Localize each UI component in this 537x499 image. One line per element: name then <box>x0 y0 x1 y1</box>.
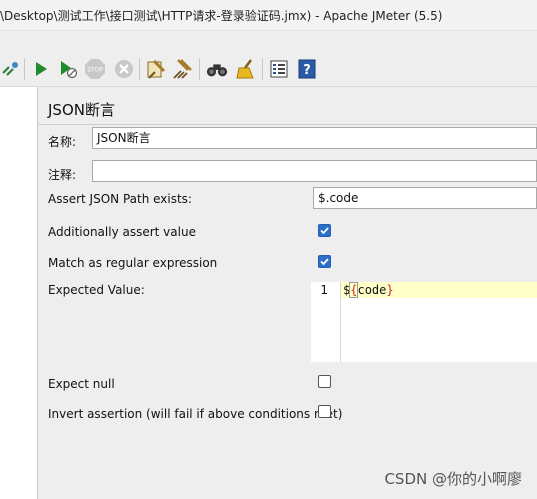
test-plan-tree[interactable] <box>0 87 38 499</box>
title-divider <box>38 124 537 125</box>
toolbar-tool-partial-icon[interactable] <box>0 58 22 80</box>
reset-search-broom-icon[interactable] <box>235 58 257 80</box>
clear-all-icon[interactable] <box>172 58 194 80</box>
json-assertion-panel: JSON断言 名称: JSON断言 注释: Assert JSON Path e… <box>38 87 537 499</box>
help-icon[interactable]: ? <box>296 58 318 80</box>
svg-text:?: ? <box>303 63 311 78</box>
additionally-assert-checkbox[interactable] <box>318 224 331 237</box>
name-label: 名称: <box>48 135 77 149</box>
assert-path-label: Assert JSON Path exists: <box>48 192 192 206</box>
window-titlebar: \Desktop\测试工作\接口测试\HTTP请求-登录验证码.jmx) - A… <box>0 0 537 31</box>
main-toolbar: STOP ? <box>0 52 537 87</box>
function-helper-list-icon[interactable] <box>268 58 290 80</box>
panel-title: JSON断言 <box>48 101 115 119</box>
assert-path-field[interactable]: $.code <box>313 187 537 209</box>
line-number: 1 <box>320 283 328 297</box>
search-binoculars-icon[interactable] <box>206 58 228 80</box>
start-no-pauses-icon[interactable] <box>57 58 79 80</box>
line-gutter: 1 <box>311 282 341 362</box>
svg-text:STOP: STOP <box>87 67 103 74</box>
expect-null-label: Expect null <box>48 377 115 391</box>
additionally-assert-label: Additionally assert value <box>48 225 196 239</box>
match-regex-checkbox[interactable] <box>318 255 331 268</box>
code-variable: code <box>357 283 387 297</box>
comment-label: 注释: <box>48 168 77 182</box>
expected-value-label: Expected Value: <box>48 283 145 297</box>
clear-icon[interactable] <box>145 58 167 80</box>
expect-null-checkbox[interactable] <box>318 375 331 388</box>
watermark: CSDN @你的小啊廖 <box>384 470 522 488</box>
match-regex-label: Match as regular expression <box>48 256 218 270</box>
shutdown-icon[interactable] <box>113 58 135 80</box>
checkmark-icon <box>320 258 329 266</box>
start-icon[interactable] <box>30 58 52 80</box>
checkmark-icon <box>320 227 329 235</box>
invert-assertion-checkbox[interactable] <box>318 405 331 418</box>
code-close-brace: } <box>386 283 394 297</box>
window-title: \Desktop\测试工作\接口测试\HTTP请求-登录验证码.jmx) - A… <box>0 9 443 23</box>
name-field[interactable]: JSON断言 <box>92 127 537 149</box>
expected-value-code[interactable]: ${code} <box>343 282 394 298</box>
comment-field[interactable] <box>92 160 537 182</box>
stop-icon[interactable]: STOP <box>84 58 106 80</box>
expected-value-editor[interactable]: 1 ${code} <box>311 282 537 362</box>
invert-assertion-label: Invert assertion (will fail if above con… <box>48 407 343 421</box>
